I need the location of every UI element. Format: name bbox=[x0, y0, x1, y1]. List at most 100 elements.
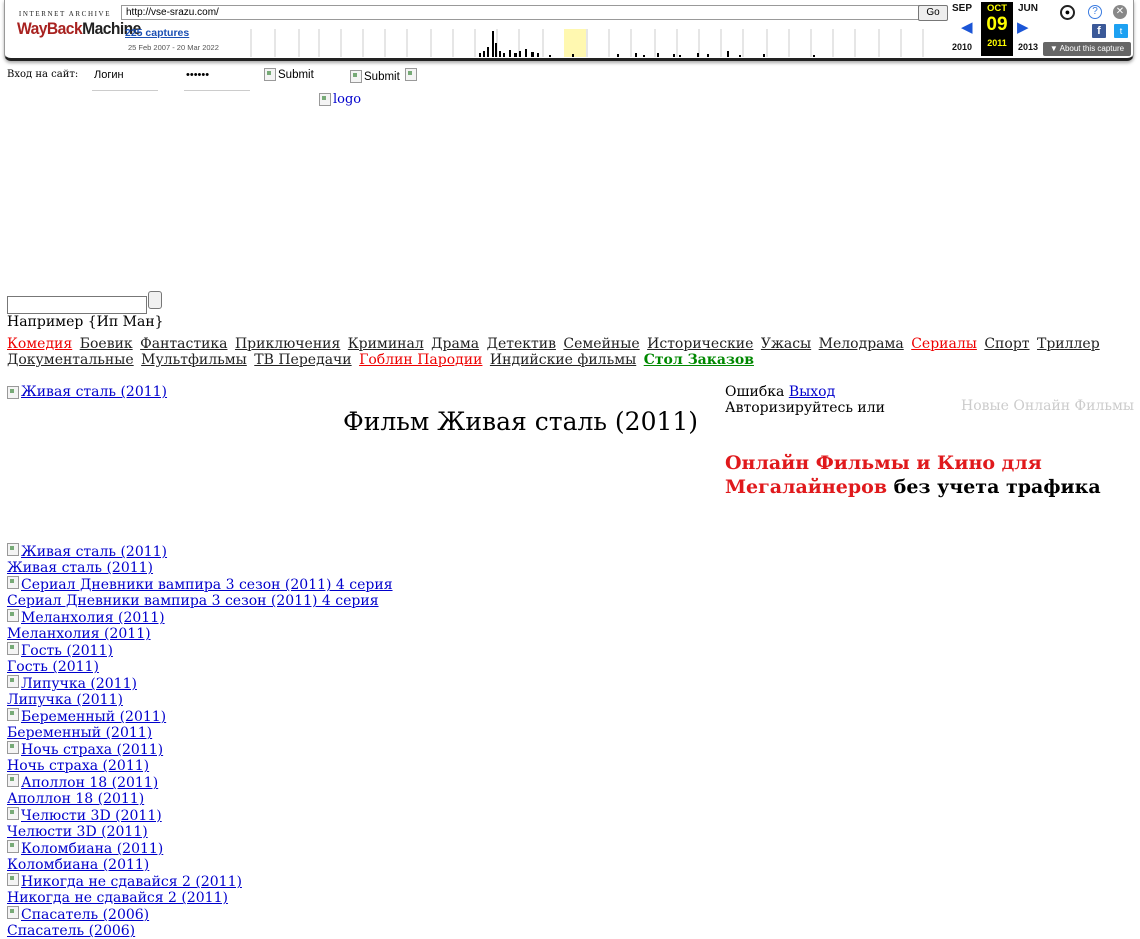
genre-link[interactable]: Стол Заказов bbox=[644, 352, 754, 368]
movie-thumbnail[interactable]: Коломбиана (2011) bbox=[7, 840, 393, 857]
submit-button-1[interactable]: Submit bbox=[264, 68, 314, 81]
genre-link[interactable]: Мелодрама bbox=[819, 336, 904, 352]
genre-link[interactable]: Индийские фильмы bbox=[490, 352, 636, 368]
genre-link[interactable]: ТВ Передачи bbox=[254, 352, 351, 368]
close-icon[interactable]: ✕ bbox=[1113, 5, 1127, 19]
list-item: Липучка (2011) Липучка (2011) bbox=[7, 675, 393, 708]
genre-link[interactable]: Мультфильмы bbox=[141, 352, 247, 368]
search-input[interactable] bbox=[7, 296, 147, 314]
movie-thumbnail[interactable]: Никогда не сдавайся 2 (2011) bbox=[7, 873, 393, 890]
movie-title-link[interactable]: Гость (2011) bbox=[7, 659, 393, 675]
movie-thumbnail[interactable]: Гость (2011) bbox=[7, 642, 393, 659]
broken-image-icon bbox=[7, 774, 19, 787]
page-title: Фильм Живая сталь (2011) bbox=[343, 407, 699, 436]
login-field[interactable]: Логин bbox=[92, 66, 158, 91]
list-item: Спасатель (2006) Спасатель (2006) bbox=[7, 906, 393, 939]
movie-thumbnail[interactable]: Сериал Дневники вампира 3 сезон (2011) 4… bbox=[7, 576, 393, 593]
genre-link[interactable]: Фантастика bbox=[140, 336, 227, 352]
login-label: Вход на сайт: bbox=[7, 69, 79, 80]
wayback-url-input[interactable]: http://vse-srazu.com/ bbox=[121, 5, 923, 20]
broken-image-icon bbox=[319, 93, 331, 106]
error-label: Ошибка bbox=[725, 384, 785, 400]
logout-link[interactable]: Выход bbox=[789, 384, 835, 400]
genre-link[interactable]: Ужасы bbox=[761, 336, 811, 352]
movie-thumbnail[interactable]: Челюсти 3D (2011) bbox=[7, 807, 393, 824]
genre-link[interactable]: Боевик bbox=[80, 336, 133, 352]
genre-link[interactable]: Исторические bbox=[647, 336, 753, 352]
movie-thumbnail[interactable]: Беременный (2011) bbox=[7, 708, 393, 725]
movie-title-link[interactable]: Аполлон 18 (2011) bbox=[7, 791, 393, 807]
movie-thumbnail[interactable]: Ночь страха (2011) bbox=[7, 741, 393, 758]
new-films-link[interactable]: Новые Онлайн Фильмы bbox=[961, 398, 1134, 414]
about-capture-button[interactable]: ▼ About this capture bbox=[1043, 42, 1131, 56]
broken-image-icon bbox=[7, 708, 19, 721]
list-item: Челюсти 3D (2011) Челюсти 3D (2011) bbox=[7, 807, 393, 840]
next-month-link[interactable]: JUN bbox=[1011, 3, 1045, 14]
movie-title-link[interactable]: Беременный (2011) bbox=[7, 725, 393, 741]
logo-wayback: WayBack bbox=[17, 19, 83, 38]
captures-link[interactable]: 225 captures bbox=[125, 27, 189, 39]
user-account-icon[interactable]: ● bbox=[1060, 5, 1075, 20]
hero-image-alt[interactable]: Живая сталь (2011) bbox=[21, 384, 167, 400]
genre-link[interactable]: Драма bbox=[431, 336, 479, 352]
movie-thumbnail[interactable]: Аполлон 18 (2011) bbox=[7, 774, 393, 791]
broken-image-icon bbox=[7, 840, 19, 853]
current-capture: OCT 09 2011 bbox=[981, 2, 1013, 56]
genre-link[interactable]: Детектив bbox=[487, 336, 556, 352]
genre-link[interactable]: Гоблин Пародии bbox=[359, 352, 482, 368]
movie-title-link[interactable]: Челюсти 3D (2011) bbox=[7, 824, 393, 840]
auth-box: Ошибка Выход Авторизируйтесь или bbox=[725, 384, 885, 416]
genre-link[interactable]: Триллер bbox=[1037, 336, 1100, 352]
movie-title-link[interactable]: Спасатель (2006) bbox=[7, 923, 393, 939]
chevron-down-icon: ▼ bbox=[1049, 44, 1060, 53]
twitter-icon[interactable]: t bbox=[1114, 24, 1128, 38]
broken-image-icon bbox=[7, 642, 19, 655]
broken-image-icon bbox=[405, 68, 417, 81]
genre-link[interactable]: Спорт bbox=[984, 336, 1029, 352]
submit-button-2[interactable]: Submit bbox=[350, 70, 400, 83]
movie-title-link[interactable]: Живая сталь (2011) bbox=[7, 560, 393, 576]
genre-link[interactable]: Приключения bbox=[235, 336, 340, 352]
help-icon[interactable]: ? bbox=[1088, 5, 1102, 19]
movie-thumbnail[interactable]: Спасатель (2006) bbox=[7, 906, 393, 923]
movie-title-link[interactable]: Ночь страха (2011) bbox=[7, 758, 393, 774]
broken-image-icon bbox=[7, 741, 19, 754]
prev-month-link[interactable]: SEP bbox=[945, 3, 979, 14]
movie-list: Живая сталь (2011) Живая сталь (2011) Сери… bbox=[7, 543, 393, 939]
list-item: Ночь страха (2011) Ночь страха (2011) bbox=[7, 741, 393, 774]
list-item: Гость (2011) Гость (2011) bbox=[7, 642, 393, 675]
site-logo[interactable]: logo bbox=[319, 92, 361, 107]
movie-title-link[interactable]: Коломбиана (2011) bbox=[7, 857, 393, 873]
password-field[interactable]: •••••• bbox=[184, 66, 250, 91]
genre-link[interactable]: Криминал bbox=[348, 336, 424, 352]
movie-thumbnail[interactable]: Меланхолия (2011) bbox=[7, 609, 393, 626]
genre-link[interactable]: Комедия bbox=[7, 336, 72, 352]
prev-capture-arrow-icon[interactable]: ◀ bbox=[961, 18, 973, 36]
genre-link[interactable]: Документальные bbox=[7, 352, 134, 368]
broken-image-icon bbox=[264, 68, 276, 81]
next-capture-arrow-icon[interactable]: ▶ bbox=[1017, 18, 1029, 36]
genre-nav: Комедия Боевик Фантастика Приключения Кр… bbox=[7, 336, 1107, 368]
movie-title-link[interactable]: Липучка (2011) bbox=[7, 692, 393, 708]
slogan-black: без учета трафика bbox=[887, 476, 1101, 498]
movie-title-link[interactable]: Меланхолия (2011) bbox=[7, 626, 393, 642]
list-item: Аполлон 18 (2011) Аполлон 18 (2011) bbox=[7, 774, 393, 807]
broken-image-icon bbox=[7, 807, 19, 820]
facebook-icon[interactable]: f bbox=[1092, 24, 1106, 38]
broken-image-icon bbox=[7, 385, 19, 399]
movie-title-link[interactable]: Сериал Дневники вампира 3 сезон (2011) 4… bbox=[7, 593, 393, 609]
movie-thumbnail[interactable]: Липучка (2011) bbox=[7, 675, 393, 692]
captures-date-range: 25 Feb 2007 - 20 Mar 2022 bbox=[128, 43, 219, 52]
wayback-go-button[interactable]: Go bbox=[918, 5, 948, 21]
wayback-logo[interactable]: INTERNET ARCHIVE WayBackMachine bbox=[17, 10, 141, 39]
current-year: 2011 bbox=[987, 38, 1007, 48]
movie-thumbnail[interactable]: Живая сталь (2011) bbox=[7, 543, 393, 560]
movie-title-link[interactable]: Никогда не сдавайся 2 (2011) bbox=[7, 890, 393, 906]
genre-link[interactable]: Семейные bbox=[563, 336, 639, 352]
broken-image-icon bbox=[7, 576, 19, 589]
hero-image[interactable]: Живая сталь (2011) bbox=[7, 384, 167, 400]
prev-year-label: 2010 bbox=[951, 42, 973, 52]
capture-sparkline[interactable] bbox=[227, 29, 945, 57]
search-button[interactable] bbox=[148, 291, 162, 309]
genre-link[interactable]: Сериалы bbox=[911, 336, 977, 352]
